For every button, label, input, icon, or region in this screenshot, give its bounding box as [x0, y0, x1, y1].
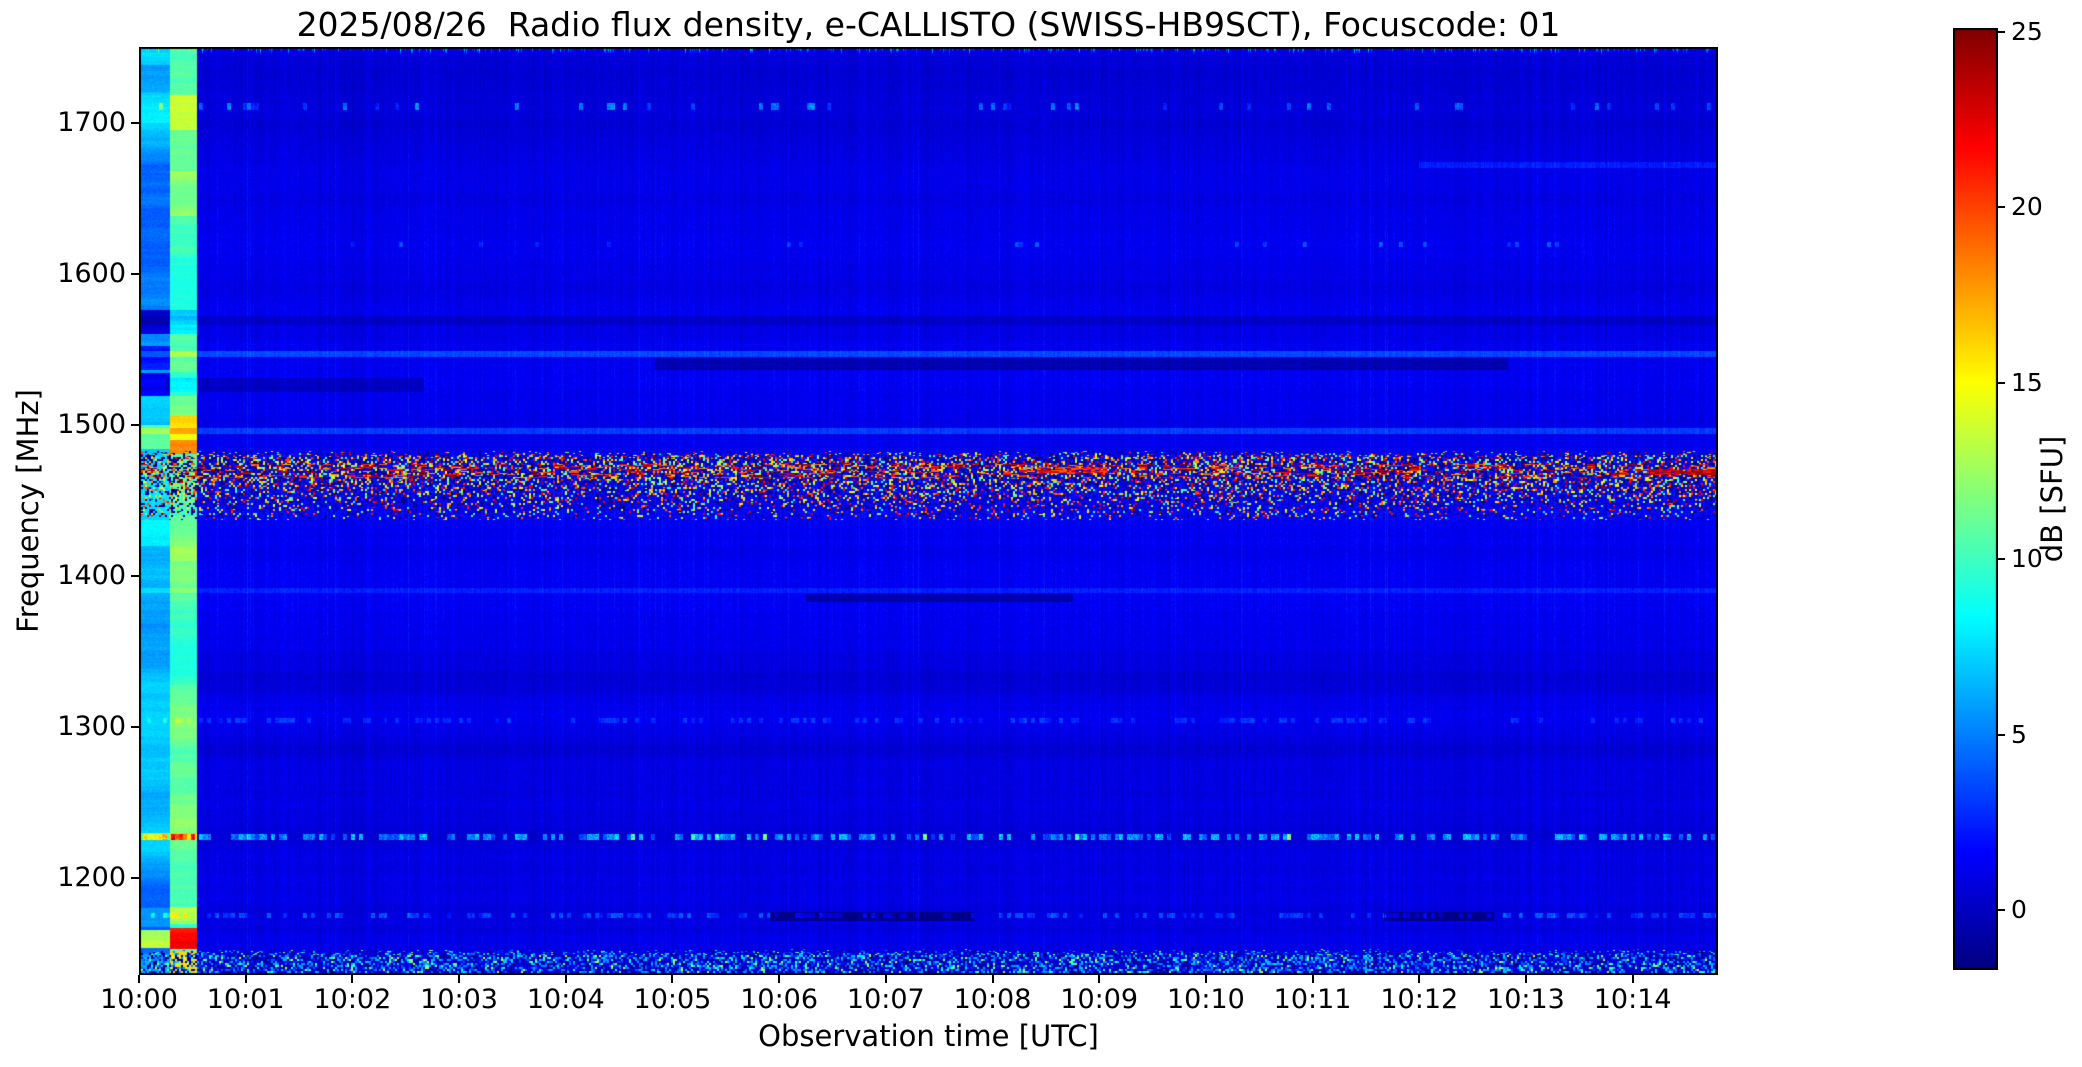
colorbar-tick-label: 20 [2011, 192, 2043, 222]
y-tick-label: 1600 [57, 257, 126, 289]
spectrogram-figure: 2025/08/26 Radio flux density, e-CALLIST… [0, 0, 2082, 1067]
y-tick-mark [131, 121, 139, 124]
x-tick-mark [778, 975, 781, 983]
colorbar-tick-mark [1998, 909, 2005, 912]
colorbar-tick-label: 25 [2011, 16, 2043, 46]
y-tick-mark [131, 272, 139, 275]
x-tick-mark [351, 975, 354, 983]
x-tick-mark [564, 975, 567, 983]
x-tick-mark [884, 975, 887, 983]
colorbar-tick-mark [1998, 733, 2005, 736]
y-tick-mark [131, 423, 139, 426]
x-tick-mark [1418, 975, 1421, 983]
x-tick-mark [458, 975, 461, 983]
y-tick-mark [131, 877, 139, 880]
x-tick-label: 10:14 [1593, 984, 1672, 1015]
y-tick-label: 1700 [57, 106, 126, 138]
colorbar-tick-label: 5 [2011, 719, 2027, 749]
colorbar-tick-label: 15 [2011, 368, 2043, 397]
colorbar [1953, 28, 1998, 970]
x-tick-mark [138, 975, 140, 983]
x-tick-mark [244, 975, 247, 983]
x-tick-mark [991, 975, 994, 983]
chart-title: 2025/08/26 Radio flux density, e-CALLIST… [296, 5, 1561, 44]
y-axis-label: Frequency [MHz] [11, 389, 45, 633]
colorbar-tick-mark [1998, 30, 2005, 33]
x-tick-mark [671, 975, 674, 983]
x-tick-mark [1204, 975, 1207, 983]
x-tick-mark [1311, 975, 1314, 983]
y-tick-mark [131, 726, 139, 729]
colorbar-tick-mark [1998, 557, 2005, 560]
x-axis-label: Observation time [UTC] [758, 1019, 1099, 1053]
y-tick-label: 1300 [57, 711, 126, 743]
x-tick-mark [1524, 975, 1527, 983]
colorbar-tick-mark [1998, 206, 2005, 209]
x-tick-mark [1631, 975, 1634, 983]
colorbar-label: dB [SFU] [2035, 435, 2069, 563]
colorbar-tick-mark [1998, 382, 2005, 384]
y-tick-label: 1200 [57, 862, 126, 894]
x-tick-mark [1098, 975, 1101, 983]
spectrogram-plot-image [139, 47, 1718, 975]
colorbar-tick-label: 0 [2011, 895, 2027, 925]
y-tick-mark [131, 574, 139, 577]
